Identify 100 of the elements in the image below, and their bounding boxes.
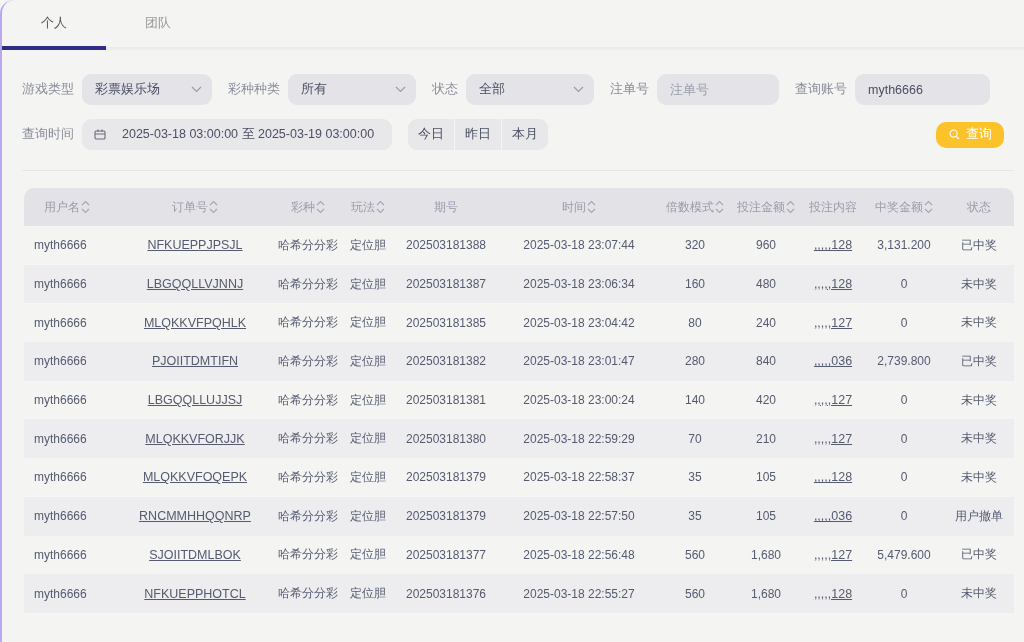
- bet-content-link[interactable]: ,,,,,127: [813, 393, 853, 408]
- table-cell-text: 未中奖: [960, 468, 998, 486]
- sort-icon[interactable]: [786, 200, 795, 214]
- table-cell-text: myth6666: [33, 586, 88, 601]
- table-cell-text: 定位胆: [349, 314, 387, 332]
- table-cell-text: 280: [684, 354, 706, 369]
- filter-label: 注单号: [610, 81, 649, 98]
- table-cell-text: 哈希分分彩: [277, 352, 339, 370]
- order-link[interactable]: MLQKKVFOQEPK: [142, 470, 248, 485]
- sort-icon[interactable]: [316, 200, 325, 214]
- filter-label: 彩种种类: [228, 81, 280, 98]
- sort-icon[interactable]: [209, 200, 218, 214]
- sort-icon[interactable]: [715, 200, 724, 214]
- table-cell-text: 80: [687, 315, 703, 330]
- order-link[interactable]: RNCMMHHQQNRP: [139, 509, 251, 524]
- column-header: 投注内容: [809, 198, 857, 216]
- sort-icon[interactable]: [587, 200, 596, 214]
- bet-content-link[interactable]: ,,,,,127: [813, 315, 853, 330]
- filter-label: 查询时间: [22, 126, 74, 143]
- table-cell-text: 0: [899, 431, 909, 446]
- table-cell-text: myth6666: [33, 470, 88, 485]
- quick-range-button[interactable]: 本月: [501, 119, 548, 150]
- table-cell-text: 2,739.800: [876, 354, 932, 369]
- table-cell-text: myth6666: [33, 509, 88, 524]
- table-cell-text: 202503181376: [404, 586, 488, 601]
- table-cell-text: 105: [755, 470, 777, 485]
- table-cell-text: 480: [755, 277, 777, 292]
- tab[interactable]: 个人: [2, 0, 106, 50]
- table-cell-text: 202503181385: [404, 315, 488, 330]
- order-link[interactable]: NFKUEPPJPSJL: [147, 238, 243, 253]
- date-range-field[interactable]: 2025-03-18 03:00:00 至 2025-03-19 03:00:00: [82, 119, 392, 150]
- sort-icon[interactable]: [376, 200, 385, 214]
- table-cell-text: 哈希分分彩: [277, 391, 339, 409]
- bet-content-link[interactable]: ,,,,,127: [813, 547, 853, 562]
- bet-content-link[interactable]: ,,,,,036: [813, 509, 853, 524]
- table-cell-text: 210: [755, 431, 777, 446]
- table-cell-text: 0: [899, 470, 909, 485]
- bet-content-link[interactable]: ,,,,,128: [813, 238, 853, 253]
- table-cell-text: 未中奖: [960, 314, 998, 332]
- table-cell-text: 320: [684, 238, 706, 253]
- table-cell-text: 202503181381: [404, 393, 488, 408]
- table-cell-text: 202503181377: [404, 547, 488, 562]
- sort-icon[interactable]: [81, 200, 90, 214]
- table-cell-text: 140: [684, 393, 706, 408]
- bet-content-link[interactable]: ,,,,,128: [813, 470, 853, 485]
- order-link[interactable]: LBGQQLLUJJSJ: [147, 393, 243, 408]
- order-link[interactable]: MLQKKVFORJJK: [145, 431, 245, 446]
- sort-icon[interactable]: [924, 200, 933, 214]
- calendar-icon: [94, 129, 106, 140]
- table-cell-text: 2025-03-18 23:07:44: [522, 238, 636, 253]
- table-cell-text: 已中奖: [960, 546, 998, 564]
- table-cell-text: 2025-03-18 23:06:34: [522, 277, 636, 292]
- chevron-down-icon: [191, 86, 202, 93]
- table-cell-text: myth6666: [33, 547, 88, 562]
- filter-label: 游戏类型: [22, 81, 74, 98]
- table-cell-text: 202503181380: [404, 431, 488, 446]
- input-field[interactable]: 注单号: [657, 74, 779, 105]
- table-cell-text: 5,479.600: [876, 547, 932, 562]
- column-header: 状态: [967, 198, 991, 216]
- select-field[interactable]: 彩票娱乐场: [82, 74, 212, 105]
- filter-label: 查询账号: [795, 81, 847, 98]
- bet-content-link[interactable]: ,,,,,128: [813, 277, 853, 292]
- bet-content-link[interactable]: ,,,,,128: [813, 586, 853, 601]
- select-field[interactable]: 所有: [288, 74, 416, 105]
- table-cell-text: 202503181387: [404, 277, 488, 292]
- quick-range-button[interactable]: 昨日: [454, 119, 501, 150]
- order-link[interactable]: SJOIITDMLBOK: [149, 547, 241, 562]
- quick-range-button[interactable]: 今日: [408, 119, 454, 150]
- order-link[interactable]: MLQKKVFPQHLK: [143, 315, 247, 330]
- table-cell-text: 240: [755, 315, 777, 330]
- table-cell-text: 已中奖: [960, 236, 998, 254]
- table-cell-text: 哈希分分彩: [277, 507, 339, 525]
- table-cell-text: 420: [755, 393, 777, 408]
- table-cell-text: myth6666: [33, 315, 88, 330]
- table-cell-text: 用户撤单: [954, 507, 1004, 525]
- table-cell-text: 哈希分分彩: [277, 275, 339, 293]
- table-cell-text: 1,680: [750, 547, 782, 562]
- table-cell-text: 定位胆: [349, 468, 387, 486]
- input-field[interactable]: myth6666: [855, 74, 990, 105]
- table-cell-text: 35: [687, 509, 703, 524]
- bet-content-link[interactable]: ,,,,,127: [813, 431, 853, 446]
- table-cell-text: 定位胆: [349, 507, 387, 525]
- table-cell-text: 0: [899, 393, 909, 408]
- table-cell-text: 2025-03-18 22:55:27: [522, 586, 636, 601]
- order-link[interactable]: PJOIITDMTIFN: [151, 354, 239, 369]
- table-cell-text: 未中奖: [960, 430, 998, 448]
- bet-content-link[interactable]: ,,,,,036: [813, 354, 853, 369]
- table-cell-text: 0: [899, 509, 909, 524]
- table-cell-text: 定位胆: [349, 391, 387, 409]
- table-cell-text: 2025-03-18 23:01:47: [522, 354, 636, 369]
- table-cell-text: 202503181379: [404, 470, 488, 485]
- select-field[interactable]: 全部: [466, 74, 594, 105]
- search-icon: [948, 129, 960, 140]
- table-cell-text: 定位胆: [349, 430, 387, 448]
- table-cell-text: 哈希分分彩: [277, 546, 339, 564]
- table-cell-text: 2025-03-18 23:04:42: [522, 315, 636, 330]
- table-cell-text: 定位胆: [349, 352, 387, 370]
- order-link[interactable]: LBGQQLLVJNNJ: [146, 277, 244, 292]
- table-cell-text: 70: [687, 431, 703, 446]
- order-link[interactable]: NFKUEPPHOTCL: [144, 586, 246, 601]
